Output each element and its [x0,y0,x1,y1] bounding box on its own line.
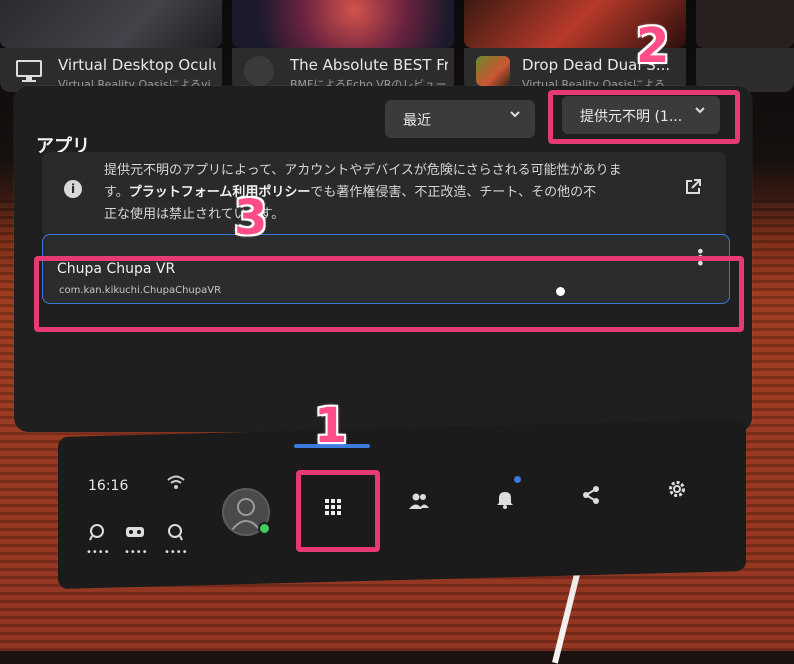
external-link-icon[interactable] [684,178,702,196]
annotation-box-app-item [34,256,744,332]
monitor-icon [12,56,46,86]
annotation-box-apps [296,470,380,552]
recent-media-strip: Virtual Desktop Oculu... Virtual Reality… [0,0,794,100]
warning-line-2-post: でも著作権侵害、不正改造、チート、その他の不 [310,185,597,200]
wifi-icon[interactable] [166,474,186,490]
share-icon[interactable] [576,480,606,510]
annotation-number-2: 2 [636,18,670,74]
platform-policy-link[interactable]: プラットフォーム利用ポリシー [129,185,311,200]
warning-line-2-pre: す。 [104,185,129,200]
unknown-sources-warning: i 提供元不明のアプリによって、アカウントやデバイスが危険にさらされる可能性があ… [42,152,726,238]
annotation-number-1: 1 [314,398,348,454]
right-controller-icon[interactable]: •••• [164,522,188,558]
thumbnail-image[interactable] [232,0,454,48]
headset-icon[interactable]: •••• [124,522,148,558]
online-status-icon [258,522,271,535]
notification-badge [514,476,521,483]
left-controller-icon[interactable]: •••• [86,522,110,558]
info-icon: i [64,180,82,198]
thumbnail-title: Virtual Desktop Oculu... [58,56,216,74]
thumbnail-image[interactable] [696,0,794,48]
universal-menu-bar [58,418,746,590]
annotation-number-3: 3 [234,190,268,246]
warning-line-1: 提供元不明のアプリによって、アカウントやデバイスが危険にさらされる可能性がありま [104,163,622,178]
annotation-box-source-filter [548,90,740,144]
battery-dots: •••• [124,547,148,558]
bell-icon[interactable] [490,484,520,514]
chevron-down-icon [509,108,521,124]
warning-text: 提供元不明のアプリによって、アカウントやデバイスが危険にさらされる可能性がありま… [104,160,684,226]
game-cover-icon [476,56,510,86]
battery-dots: •••• [86,547,110,558]
thumbnail-title: The Absolute BEST Fr... [290,56,448,74]
sort-dropdown-label: 最近 [403,113,431,129]
people-icon[interactable] [404,486,434,516]
battery-dots: •••• [164,547,188,558]
channel-avatar-icon [244,56,274,86]
sort-dropdown[interactable]: 最近 [385,100,535,138]
gear-icon[interactable] [662,474,692,504]
thumbnail-image[interactable] [0,0,222,48]
clock: 16:16 [88,478,129,494]
